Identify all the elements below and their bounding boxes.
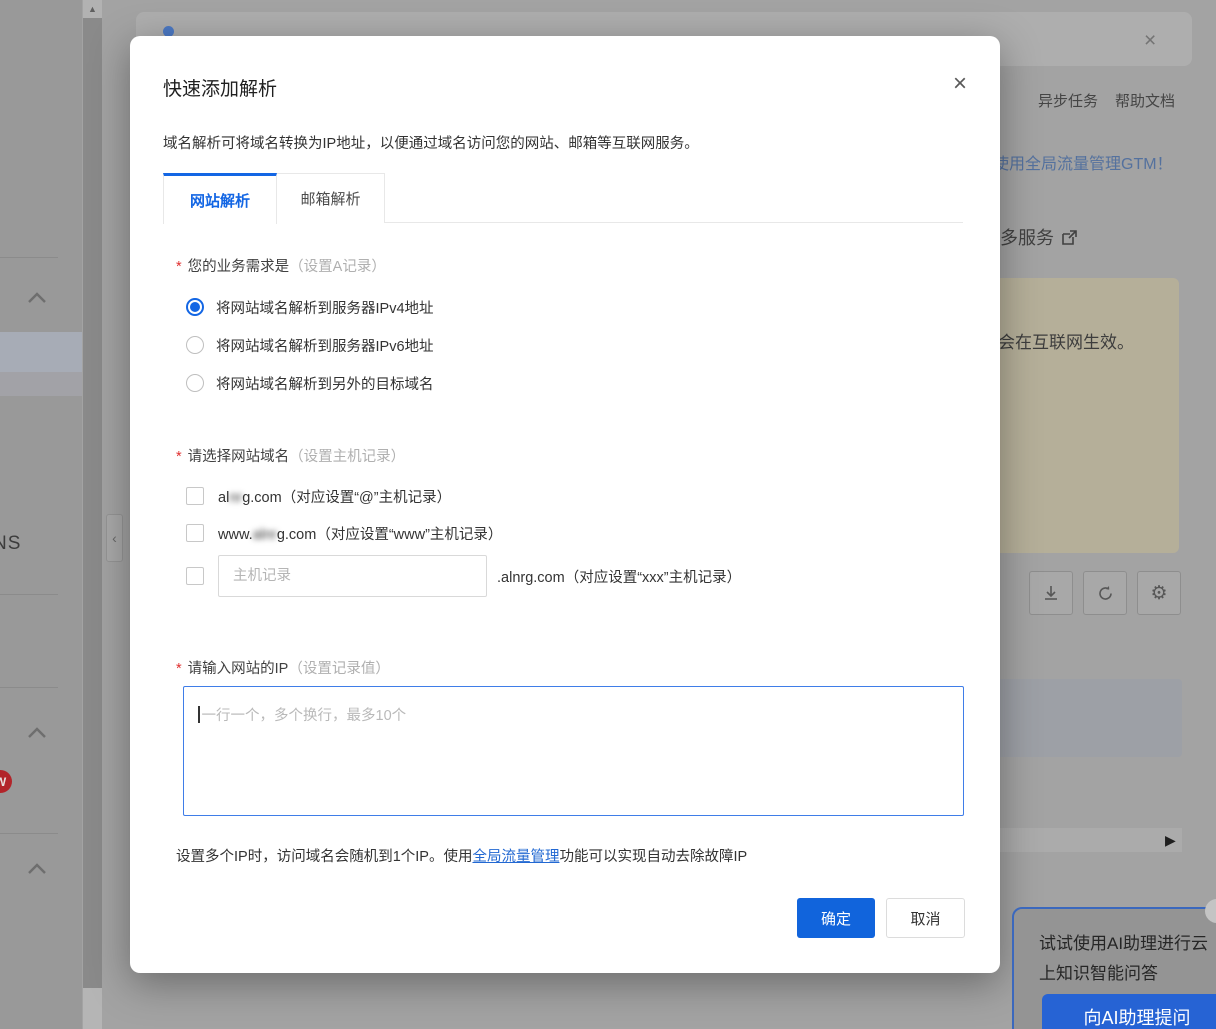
vertical-scrollbar-track-lower[interactable] [83, 988, 102, 1029]
confirm-button[interactable]: 确定 [797, 898, 875, 938]
business-need-label: *您的业务需求是（设置A记录） [176, 255, 386, 276]
async-tasks-link[interactable]: 异步任务 [1038, 90, 1098, 111]
checkbox-custom-host-row: .alnrg.com（对应设置“xxx”主机记录） [186, 555, 741, 597]
radio-ipv6[interactable]: 将网站域名解析到服务器IPv6地址 [186, 334, 434, 356]
chevron-up-icon[interactable] [27, 292, 47, 304]
gear-icon: ⚙ [1150, 582, 1167, 605]
sidebar-clipped-text: NS [0, 533, 21, 555]
gtm-promo-link[interactable]: 使用全局流量管理GTM！ [993, 150, 1173, 174]
checkbox-root-domain[interactable]: alnrg.com（对应设置“@”主机记录） [186, 485, 451, 507]
more-services-link[interactable]: 多服务 [1000, 224, 1078, 250]
dialog-tabs: 网站解析 邮箱解析 [163, 173, 963, 223]
dialog-title: 快速添加解析 [163, 74, 277, 101]
help-docs-link[interactable]: 帮助文档 [1115, 90, 1175, 111]
multi-ip-note: 设置多个IP时，访问域名会随机到1个IP。使用全局流量管理功能可以实现自动去除故… [176, 845, 747, 866]
sidebar-divider [0, 257, 58, 258]
sidebar-selected-item[interactable] [0, 332, 82, 372]
sidebar-divider [0, 687, 58, 688]
effect-notice-panel [995, 278, 1179, 553]
tab-website-resolution[interactable]: 网站解析 [163, 173, 277, 224]
radio-selected-icon [186, 298, 204, 316]
censored-text: nr [229, 490, 242, 506]
radio-icon [186, 336, 204, 354]
custom-host-suffix: .alnrg.com（对应设置“xxx”主机记录） [497, 566, 741, 587]
quick-add-dns-dialog: 快速添加解析 × 域名解析可将域名转换为IP地址，以便通过域名访问您的网站、邮箱… [130, 36, 1000, 973]
ai-popup-text-line2: 上知识智能问答 [1039, 959, 1158, 984]
radio-ipv4[interactable]: 将网站域名解析到服务器IPv4地址 [186, 296, 434, 318]
checkbox-icon [186, 487, 204, 505]
checkbox-www-domain[interactable]: www.alnrg.com（对应设置“www”主机记录） [186, 522, 502, 544]
sidebar-divider [0, 833, 58, 834]
effect-notice-text: 会在互联网生效。 [998, 328, 1134, 353]
ip-input-label: *请输入网站的IP（设置记录值） [176, 657, 390, 678]
header-links: 异步任务 帮助文档 [1038, 90, 1175, 111]
censored-text: alnr [253, 527, 277, 543]
ip-placeholder: 一行一个，多个换行，最多10个 [202, 708, 407, 724]
radio-cname[interactable]: 将网站域名解析到另外的目标域名 [186, 372, 434, 394]
radio-icon [186, 374, 204, 392]
required-mark: * [176, 661, 182, 677]
background-panel [995, 679, 1182, 757]
chevron-left-icon: ‹ [112, 530, 117, 546]
download-icon [1043, 585, 1059, 601]
cancel-button[interactable]: 取消 [886, 898, 965, 938]
tab-mailbox-resolution[interactable]: 邮箱解析 [277, 173, 385, 223]
external-link-icon [1061, 229, 1078, 246]
gtm-feature-link[interactable]: 全局流量管理 [472, 849, 559, 865]
ai-assistant-popup: 试试使用AI助理进行云 上知识智能问答 向AI助理提问 [1012, 907, 1216, 1029]
dialog-close-icon[interactable]: × [953, 72, 967, 96]
scroll-right-arrow-icon[interactable]: ▶ [1165, 830, 1176, 850]
ask-ai-button[interactable]: 向AI助理提问 [1042, 994, 1216, 1029]
text-cursor [198, 706, 200, 723]
vertical-scrollbar-thumb[interactable] [83, 18, 102, 988]
dialog-description: 域名解析可将域名转换为IP地址，以便通过域名访问您的网站、邮箱等互联网服务。 [163, 132, 699, 153]
required-mark: * [176, 259, 182, 275]
domain-select-label: *请选择网站域名（设置主机记录） [176, 445, 405, 466]
host-record-input[interactable] [218, 555, 487, 597]
download-button[interactable] [1029, 571, 1073, 615]
sidebar-divider [0, 594, 58, 595]
required-mark: * [176, 449, 182, 465]
settings-button[interactable]: ⚙ [1137, 571, 1181, 615]
chevron-up-icon[interactable] [27, 863, 47, 875]
checkbox-icon [186, 524, 204, 542]
refresh-icon [1097, 585, 1114, 602]
chevron-up-icon[interactable] [27, 727, 47, 739]
sidebar-collapse-handle[interactable]: ‹ [106, 514, 123, 562]
horizontal-scroll-strip [995, 828, 1182, 852]
sidebar-item[interactable] [0, 372, 82, 396]
refresh-button[interactable] [1083, 571, 1127, 615]
banner-close-icon[interactable]: × [1144, 30, 1156, 51]
checkbox-icon[interactable] [186, 567, 204, 585]
ip-textarea[interactable]: 一行一个，多个换行，最多10个 [183, 686, 964, 816]
screen: NS W ▲ ‹ × 异步任务 帮助文档 使用全局流量管理GTM！ 多服务 会在… [0, 0, 1216, 1029]
ai-popup-text-line1: 试试使用AI助理进行云 [1039, 929, 1208, 954]
scroll-up-arrow-icon[interactable]: ▲ [83, 0, 102, 18]
